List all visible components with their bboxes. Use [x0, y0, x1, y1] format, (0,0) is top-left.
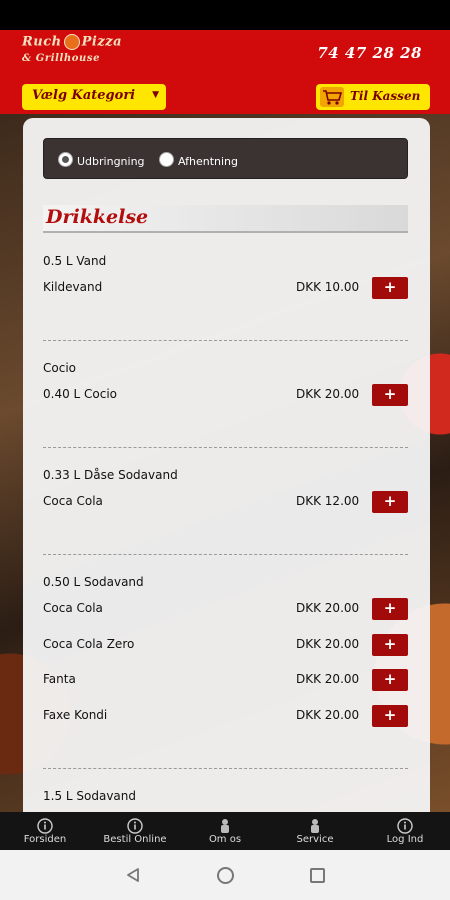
phone-number[interactable]: 74 47 28 28 [317, 44, 422, 62]
status-bar [0, 0, 450, 30]
app-header: Ruch Pizza & Grillhouse 74 47 28 28 Vælg … [0, 30, 450, 114]
info-icon [397, 818, 413, 834]
nav-label: Forsiden [23, 834, 67, 845]
add-button[interactable]: + [372, 634, 408, 656]
item-price: DKK 20.00 [296, 387, 360, 401]
back-icon[interactable] [125, 867, 141, 883]
add-button[interactable]: + [372, 705, 408, 727]
item-name: 0.40 L Cocio [43, 387, 118, 401]
section-title: Drikkelse [43, 205, 408, 233]
chef-icon [311, 819, 319, 833]
nav-label: Service [296, 834, 334, 845]
divider [43, 768, 408, 769]
item-price: DKK 20.00 [296, 672, 360, 686]
info-icon [37, 818, 53, 834]
divider [43, 554, 408, 555]
group-title: 1.5 L Sodavand [43, 789, 137, 803]
add-button[interactable]: + [372, 669, 408, 691]
radio-delivery[interactable] [58, 152, 73, 167]
nav-forsiden[interactable]: Forsiden [0, 812, 90, 850]
add-button[interactable]: + [372, 491, 408, 513]
info-icon [127, 818, 143, 834]
add-button[interactable]: + [372, 598, 408, 620]
item-name: Coca Cola [43, 601, 103, 615]
add-button[interactable]: + [372, 384, 408, 406]
logo-text-ruch: Ruch [22, 34, 62, 50]
nav-label: Om os [208, 834, 242, 845]
item-name: Kildevand [43, 280, 103, 294]
divider [43, 340, 408, 341]
divider [43, 447, 408, 448]
add-button[interactable]: + [372, 277, 408, 299]
nav-label: Log Ind [386, 834, 424, 845]
nav-service[interactable]: Service [270, 812, 360, 850]
group-title: Cocio [43, 361, 76, 375]
system-nav-bar [0, 850, 450, 900]
item-price: DKK 20.00 [296, 637, 360, 651]
pizza-logo-icon [63, 34, 80, 50]
radio-pickup-label[interactable]: Afhentning [178, 155, 238, 168]
item-price: DKK 10.00 [296, 280, 360, 294]
category-select-label: Vælg Kategori [32, 88, 136, 103]
item-name: Faxe Kondi [43, 708, 108, 722]
item-price: DKK 20.00 [296, 708, 360, 722]
menu-panel: Udbringning Afhentning Drikkelse 0.5 L V… [23, 118, 430, 812]
dropdown-arrow-icon: ▼ [152, 90, 159, 100]
nav-bestil-online[interactable]: Bestil Online [90, 812, 180, 850]
logo-text-pizza: Pizza [81, 34, 123, 50]
item-name: Coca Cola Zero [43, 637, 135, 651]
chef-icon [221, 819, 229, 833]
nav-om-os[interactable]: Om os [180, 812, 270, 850]
item-price: DKK 20.00 [296, 601, 360, 615]
item-name: Coca Cola [43, 494, 103, 508]
category-select[interactable]: Vælg Kategori ▼ [22, 84, 166, 110]
nav-log-ind[interactable]: Log Ind [360, 812, 450, 850]
item-price: DKK 12.00 [296, 494, 360, 508]
group-title: 0.5 L Vand [43, 254, 107, 268]
recents-icon[interactable] [310, 868, 325, 883]
nav-label: Bestil Online [103, 834, 167, 845]
item-name: Fanta [43, 672, 76, 686]
radio-delivery-label[interactable]: Udbringning [77, 155, 145, 168]
group-title: 0.33 L Dåse Sodavand [43, 468, 178, 482]
logo-subtitle: & Grillhouse [22, 53, 101, 64]
logo[interactable]: Ruch Pizza & Grillhouse [22, 34, 142, 70]
cart-icon [320, 87, 344, 107]
delivery-options: Udbringning Afhentning [43, 138, 408, 179]
group-title: 0.50 L Sodavand [43, 575, 144, 589]
home-icon[interactable] [217, 867, 234, 884]
checkout-button[interactable]: Til Kassen [316, 84, 430, 110]
checkout-label: Til Kassen [350, 89, 421, 103]
radio-pickup[interactable] [159, 152, 174, 167]
bottom-nav: Forsiden Bestil Online Om os Service Log… [0, 812, 450, 850]
